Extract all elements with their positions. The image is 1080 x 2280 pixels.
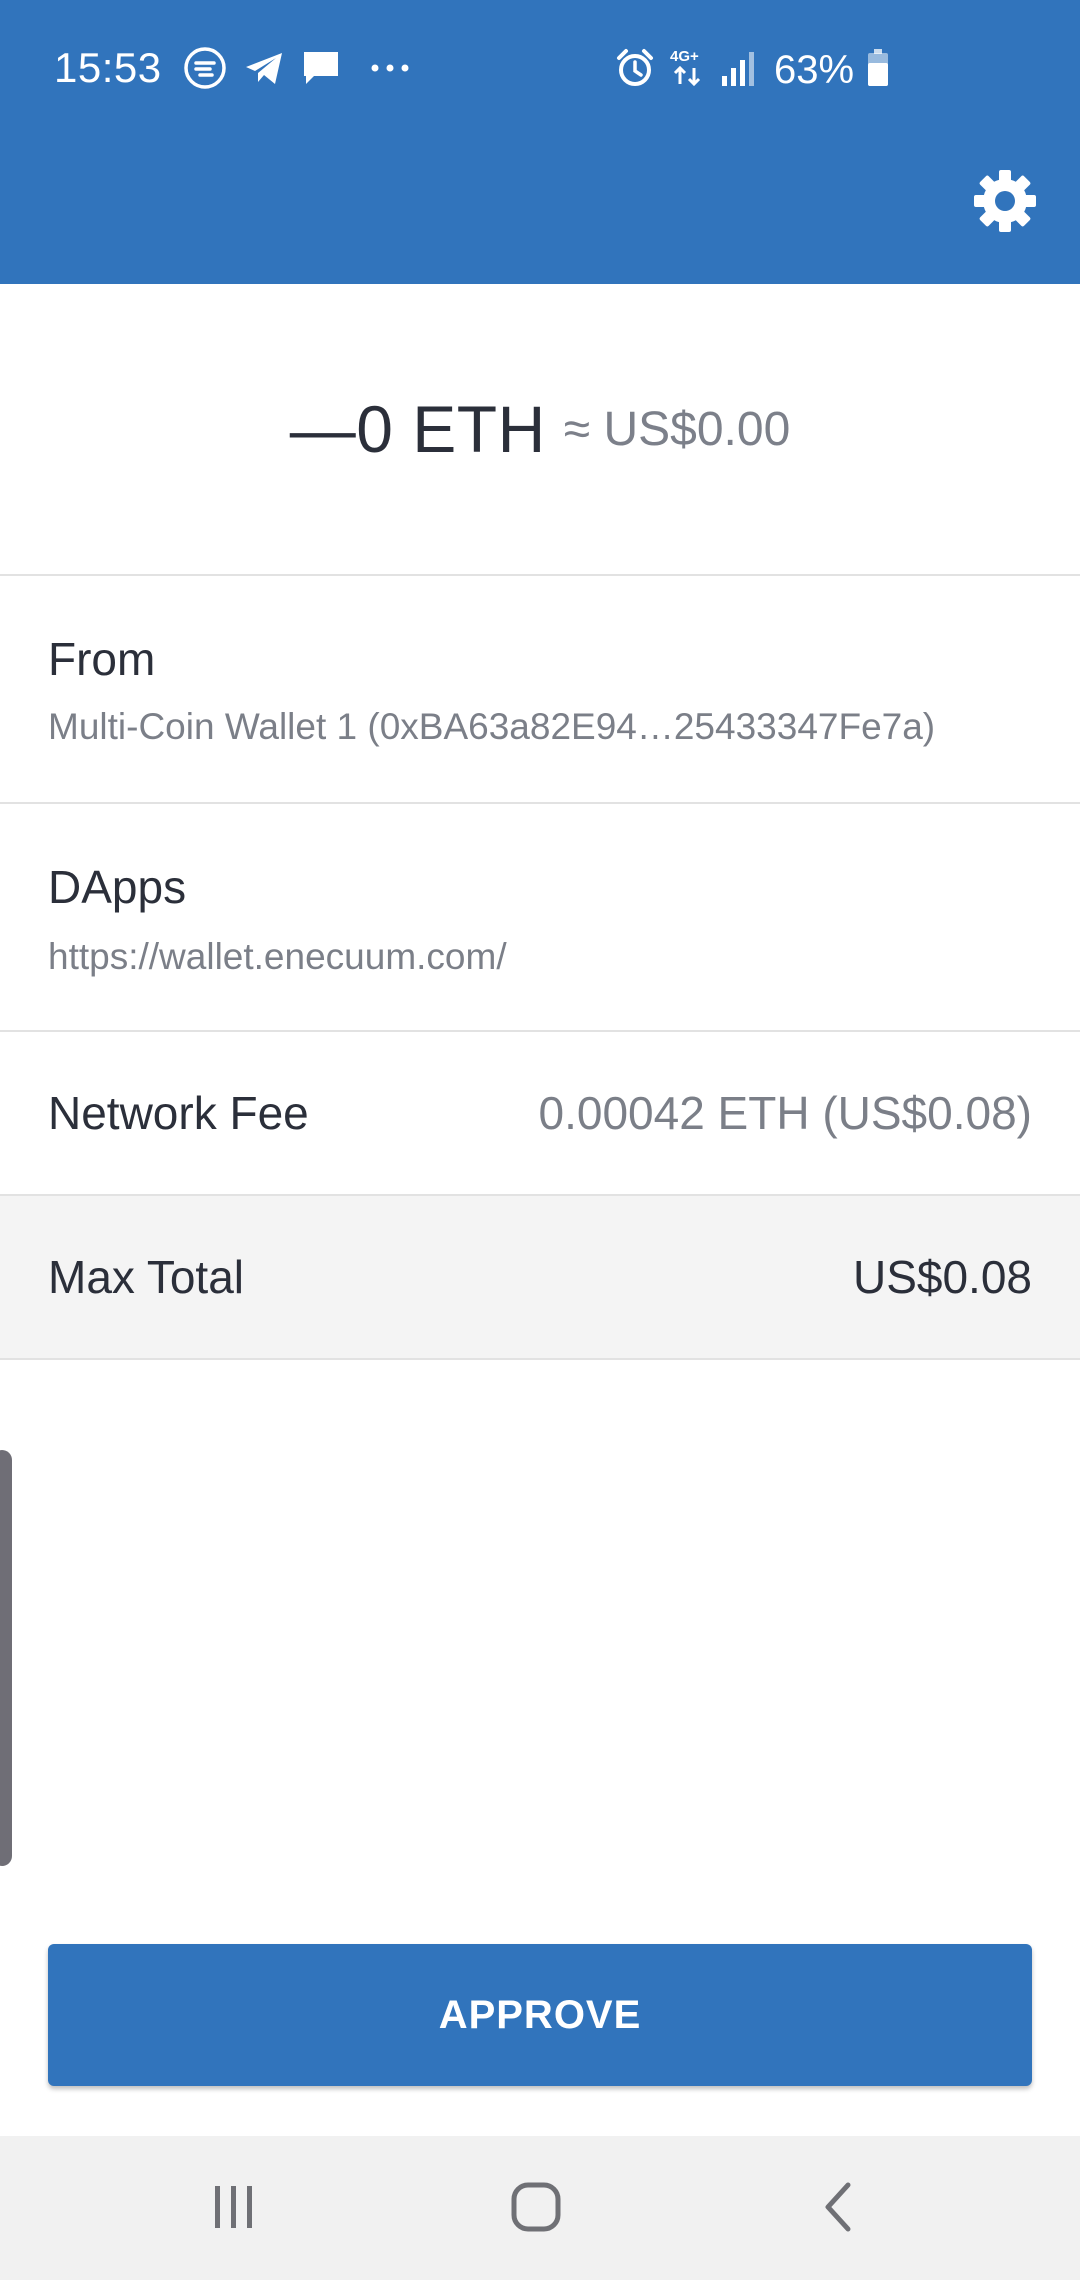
back-button[interactable] [778, 2164, 898, 2254]
max-total-row: Max Total US$0.08 [0, 1196, 1080, 1360]
home-button[interactable] [476, 2164, 596, 2254]
battery-icon [866, 48, 890, 93]
back-icon [818, 2180, 858, 2239]
amount-crypto: —0 ETH [289, 392, 546, 466]
transaction-amount: —0 ETH ≈ US$0.00 [0, 284, 1080, 576]
max-total-label: Max Total [48, 1251, 245, 1303]
signal-icon [720, 48, 758, 93]
edge-panel-handle[interactable] [0, 1450, 12, 1866]
recents-icon [209, 2182, 259, 2237]
dapps-label: DApps [48, 861, 187, 913]
network-fee-label: Network Fee [48, 1087, 309, 1139]
app-header: 15:53 4G+ 63% [0, 0, 1080, 284]
sync-icon [182, 45, 228, 96]
svg-text:4G+: 4G+ [670, 48, 699, 65]
home-icon [509, 2180, 563, 2239]
gear-icon [973, 169, 1037, 238]
system-navigation-bar [0, 2136, 1080, 2280]
amount-fiat: ≈ US$0.00 [563, 402, 791, 456]
from-label: From [48, 633, 156, 685]
network-4g-icon: 4G+ [668, 46, 708, 95]
dapps-row: DApps https://wallet.enecuum.com/ [0, 804, 1080, 1032]
telegram-icon [242, 46, 286, 95]
more-dots-icon [370, 61, 410, 79]
max-total-value: US$0.08 [852, 1251, 1032, 1303]
from-row: From Multi-Coin Wallet 1 (0xBA63a82E94…2… [0, 576, 1080, 804]
recents-button[interactable] [174, 2164, 294, 2254]
settings-button[interactable] [970, 168, 1040, 238]
approve-button[interactable]: APPROVE [48, 1944, 1032, 2086]
message-icon [300, 47, 342, 94]
dapps-url: https://wallet.enecuum.com/ [48, 936, 507, 977]
from-wallet-address: Multi-Coin Wallet 1 (0xBA63a82E94…254333… [48, 706, 936, 747]
status-time: 15:53 [54, 44, 162, 91]
notification-icons [182, 46, 410, 94]
system-status-icons: 4G+ 63% [614, 46, 890, 94]
alarm-icon [614, 47, 656, 94]
network-fee-row[interactable]: Network Fee 0.00042 ETH (US$0.08) [0, 1032, 1080, 1196]
battery-percent: 63% [774, 47, 855, 92]
network-fee-value: 0.00042 ETH (US$0.08) [538, 1087, 1033, 1139]
